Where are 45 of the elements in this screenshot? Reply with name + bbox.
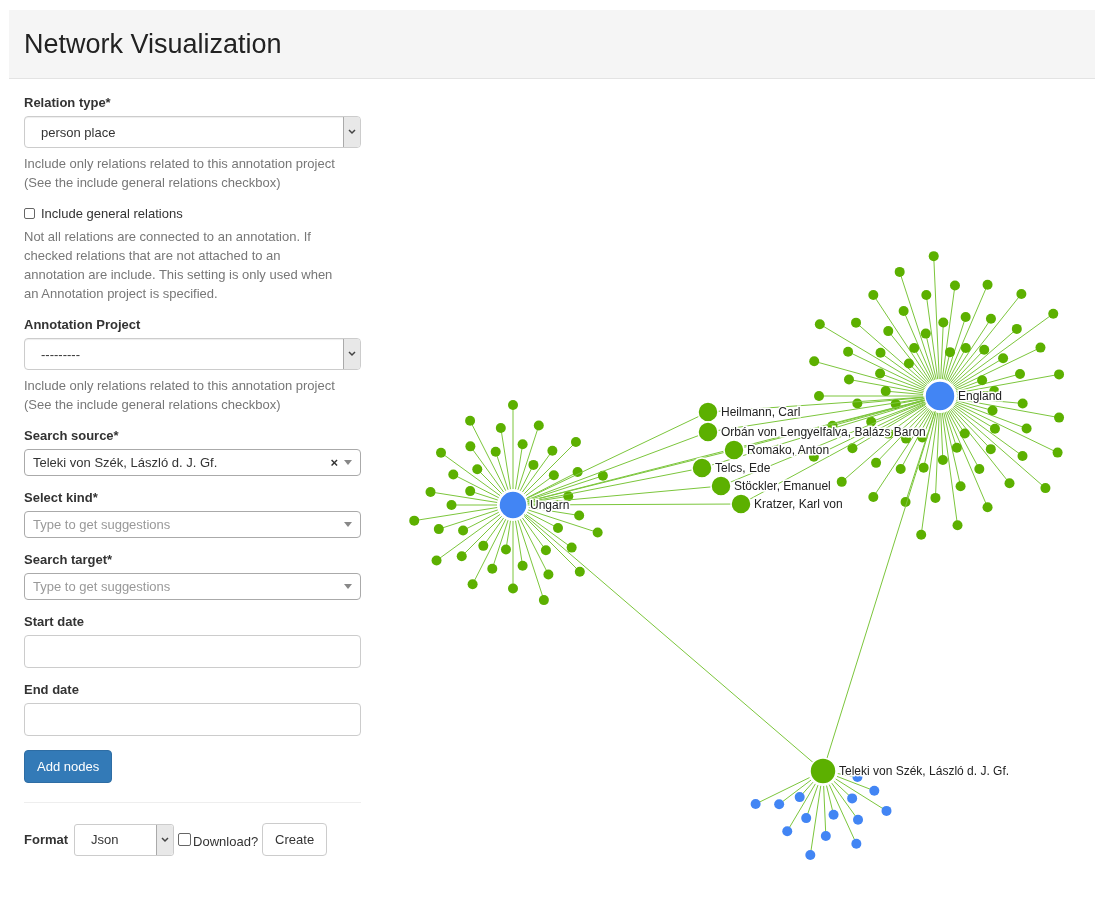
graph-node[interactable] <box>498 490 528 520</box>
help-text: Not all relations are connected to an annotation. If checked relations that are not attached to an annotation are include. This setting is only used when an Annotation project is specified. <box>24 228 334 303</box>
node-label: Heilmann, Carl <box>721 405 801 419</box>
field-label: Search source* <box>24 428 120 443</box>
checkbox[interactable] <box>24 208 35 219</box>
node-label: Ungarn <box>530 498 570 512</box>
chevron-down-icon <box>348 129 356 135</box>
select-field[interactable]: person place <box>24 116 361 148</box>
add-nodes-button[interactable]: Add nodes <box>24 750 113 783</box>
page-title: Network Visualization <box>24 28 282 60</box>
clear-icon[interactable]: × <box>330 455 338 470</box>
select-field[interactable]: --------- <box>24 338 361 370</box>
chevron-down-icon <box>161 836 170 843</box>
field-label: Start date <box>24 614 85 629</box>
autocomplete-field[interactable]: Teleki von Szék, László d. J. Gf. × <box>24 449 361 476</box>
graph-node[interactable] <box>697 401 719 423</box>
graph-node[interactable] <box>730 493 752 515</box>
caret-down-icon <box>344 584 352 589</box>
checkbox-label[interactable]: Download? <box>193 833 259 849</box>
date-input[interactable] <box>24 635 361 668</box>
node-label: Teleki von Szék, László d. J. Gf. <box>839 764 1010 778</box>
help-text: Include only relations related to this annotation project (See the include general relations checkbox) <box>24 377 336 414</box>
graph-node[interactable] <box>924 380 956 412</box>
date-input[interactable] <box>24 703 361 736</box>
checkbox-label[interactable]: Include general relations <box>41 206 183 221</box>
graph-node[interactable] <box>691 457 713 479</box>
field-label: Relation type* <box>24 95 112 110</box>
graph-node[interactable] <box>697 421 719 443</box>
graph-node[interactable] <box>723 439 745 461</box>
graph-node[interactable] <box>809 757 837 785</box>
checkbox[interactable] <box>178 833 192 846</box>
field-label: Annotation Project <box>24 317 142 332</box>
node-label: Kratzer, Karl von <box>754 497 843 511</box>
format-label: Format <box>24 832 69 847</box>
graph-node[interactable] <box>710 475 732 497</box>
field-label: End date <box>24 682 80 697</box>
node-label: Telcs, Ede <box>715 461 771 475</box>
field-label: Select kind* <box>24 490 99 505</box>
format-select[interactable]: Json <box>74 823 175 856</box>
caret-down-icon <box>344 522 352 527</box>
create-button[interactable]: Create <box>262 823 328 856</box>
field-label: Search target* <box>24 552 114 567</box>
chevron-down-icon <box>348 351 356 357</box>
help-text: Include only relations related to this annotation project (See the include general relations checkbox) <box>24 155 336 192</box>
caret-down-icon <box>344 460 352 465</box>
